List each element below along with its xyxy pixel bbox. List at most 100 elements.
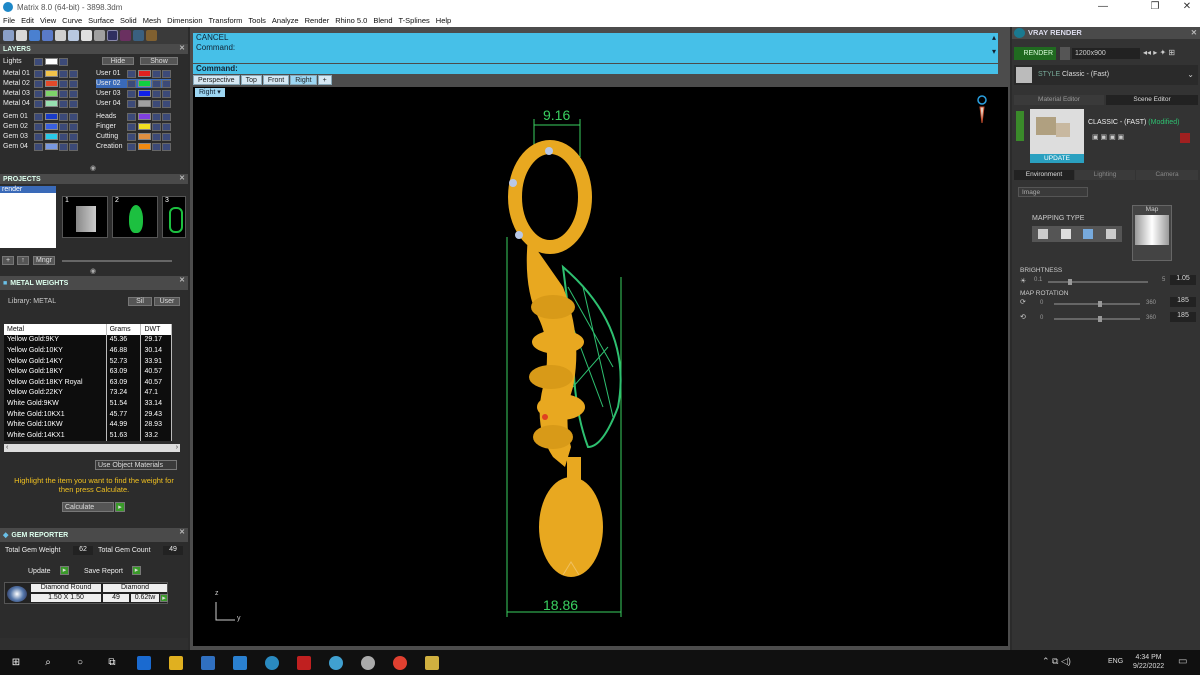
layer-color[interactable] xyxy=(138,133,151,140)
hide-button[interactable]: Hide xyxy=(102,57,134,65)
render-controls[interactable]: ◂◂ ▸ ✦ ⊞ xyxy=(1143,48,1197,59)
menu-file[interactable]: File xyxy=(3,16,15,25)
command-input[interactable]: Command: xyxy=(193,64,998,74)
tab-perspective[interactable]: Perspective xyxy=(193,75,240,85)
sil-option[interactable]: Sil xyxy=(128,297,152,306)
layer-menu-icon[interactable] xyxy=(162,89,171,98)
up-button[interactable]: ↑ xyxy=(17,256,29,265)
edge-icon[interactable] xyxy=(137,655,151,670)
layers-icon[interactable] xyxy=(42,30,53,41)
lock-icon[interactable] xyxy=(59,112,68,121)
lock-icon[interactable] xyxy=(59,79,68,88)
layer-menu-icon[interactable] xyxy=(69,112,78,121)
brightness-value[interactable]: 1.05 xyxy=(1170,275,1196,285)
file-explorer-icon[interactable] xyxy=(169,655,183,670)
project-item[interactable]: render xyxy=(0,186,56,193)
tab-camera[interactable]: Camera xyxy=(1136,170,1198,180)
layer-menu-icon[interactable] xyxy=(69,89,78,98)
layer-color[interactable] xyxy=(138,113,151,120)
table-row[interactable]: Yellow Gold:18KY Royal 63.09 40.57 xyxy=(4,376,172,388)
layer-toggle-icon[interactable] xyxy=(34,99,43,108)
tab-front[interactable]: Front xyxy=(262,75,290,85)
layer-row[interactable]: Gem 03 xyxy=(3,132,78,141)
close-icon[interactable]: ✕ xyxy=(1191,27,1197,39)
app-icon-1[interactable] xyxy=(265,655,279,670)
table-row[interactable]: Yellow Gold:9KY 45.36 29.17 xyxy=(4,334,172,346)
layer-toggle-icon[interactable] xyxy=(34,89,43,98)
table-row[interactable]: White Gold:10KX1 45.77 29.43 xyxy=(4,408,172,420)
lock-icon[interactable] xyxy=(152,122,161,131)
rotation-value-2[interactable]: 185 xyxy=(1170,312,1196,322)
layer-row[interactable]: Heads xyxy=(96,112,171,121)
resolution-field[interactable]: 1200x900 xyxy=(1072,48,1140,59)
layer-menu-icon[interactable] xyxy=(162,142,171,151)
lock-icon[interactable] xyxy=(152,99,161,108)
table-scrollbar[interactable]: ‹ › xyxy=(4,444,180,452)
pendant-model[interactable] xyxy=(193,87,1008,646)
scroll-up-icon[interactable]: ▴ xyxy=(992,33,996,43)
resolution-icon[interactable] xyxy=(1060,47,1070,60)
lock-icon[interactable] xyxy=(59,132,68,141)
layer-row[interactable]: User 03 xyxy=(96,89,171,98)
lock-icon[interactable] xyxy=(152,79,161,88)
layer-row-selected[interactable]: User 02 xyxy=(96,79,171,88)
table-row[interactable]: White Gold:9KW 51.54 33.14 xyxy=(4,398,172,409)
table-row[interactable]: White Gold:14KX1 51.63 33.2 xyxy=(4,429,172,441)
search-icon[interactable]: ⌕ xyxy=(41,656,55,670)
project-thumb-metal[interactable]: 1 xyxy=(62,196,108,238)
project-scroll[interactable] xyxy=(62,260,172,262)
layer-lights[interactable]: Lights xyxy=(3,57,68,66)
preview-update[interactable]: UPDATE xyxy=(1030,154,1084,163)
slider-knob[interactable] xyxy=(1068,279,1072,285)
layer-menu-icon[interactable] xyxy=(162,112,171,121)
layer-toggle-icon[interactable] xyxy=(34,69,43,78)
tab-environment[interactable]: Environment xyxy=(1014,170,1074,180)
menu-rhino[interactable]: Rhino 5.0 xyxy=(335,16,367,25)
app-icon-3[interactable] xyxy=(361,655,375,670)
layer-toggle-icon[interactable] xyxy=(127,99,136,108)
manager-button[interactable]: Mngr xyxy=(33,256,55,265)
app-icon-4[interactable] xyxy=(425,655,439,670)
layer-color[interactable] xyxy=(138,123,151,130)
close-icon[interactable]: ✕ xyxy=(179,174,185,182)
table-row[interactable]: Yellow Gold:10KY 46.88 30.14 xyxy=(4,345,172,356)
layer-menu-icon[interactable] xyxy=(162,122,171,131)
layer-color[interactable] xyxy=(45,58,58,65)
layer-color[interactable] xyxy=(45,113,58,120)
layer-row[interactable]: Finger xyxy=(96,122,171,131)
slider-knob[interactable] xyxy=(1097,301,1102,307)
layer-color[interactable] xyxy=(138,143,151,150)
task-view-icon[interactable]: ⧉ xyxy=(105,656,119,670)
menu-solid[interactable]: Solid xyxy=(120,16,137,25)
tab-top[interactable]: Top xyxy=(240,75,262,85)
layer-toggle-icon[interactable] xyxy=(127,132,136,141)
snap-icon[interactable] xyxy=(68,30,79,41)
lock-icon[interactable] xyxy=(152,89,161,98)
start-icon[interactable]: ⊞ xyxy=(9,656,23,670)
table-row[interactable]: White Gold:10KW 44.99 28.93 xyxy=(4,419,172,430)
menu-view[interactable]: View xyxy=(40,16,56,25)
table-row[interactable]: Yellow Gold:14KY 52.73 33.91 xyxy=(4,355,172,367)
layer-menu-icon[interactable] xyxy=(69,99,78,108)
expand-handle-icon[interactable]: ◉ xyxy=(90,267,96,275)
lock-icon[interactable] xyxy=(152,112,161,121)
close-icon[interactable]: ✕ xyxy=(179,276,185,284)
lock-icon[interactable] xyxy=(59,99,68,108)
layer-toggle-icon[interactable] xyxy=(127,79,136,88)
store-icon[interactable] xyxy=(201,655,215,670)
layer-row[interactable]: Metal 02 xyxy=(3,79,78,88)
save-icon[interactable] xyxy=(16,30,27,41)
open-icon[interactable] xyxy=(29,30,40,41)
layer-menu-icon[interactable] xyxy=(69,132,78,141)
layer-row[interactable]: Metal 04 xyxy=(3,99,78,108)
lock-icon[interactable] xyxy=(59,57,68,66)
minimize-button[interactable]: — xyxy=(1090,0,1116,14)
preset-delete-icon[interactable] xyxy=(1180,133,1190,143)
notifications-icon[interactable]: ▭ xyxy=(1178,656,1187,667)
new-icon[interactable] xyxy=(3,30,14,41)
layer-toggle-icon[interactable] xyxy=(127,112,136,121)
grid-icon[interactable] xyxy=(81,30,92,41)
lock-icon[interactable] xyxy=(59,69,68,78)
layer-toggle-icon[interactable] xyxy=(34,122,43,131)
plane-map-icon[interactable] xyxy=(1038,229,1049,239)
